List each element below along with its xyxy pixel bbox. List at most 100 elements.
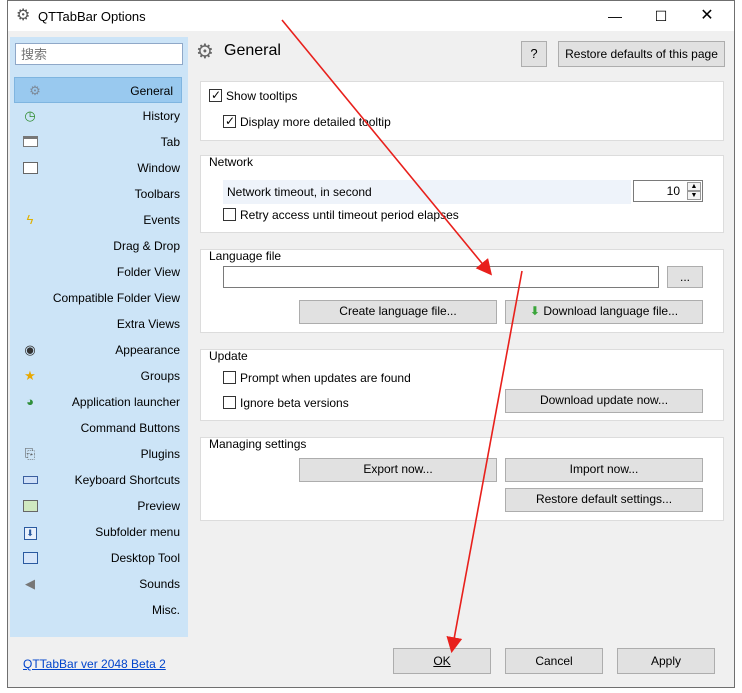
sidebar-item-preview[interactable]: Preview — [10, 493, 188, 519]
checkbox[interactable] — [223, 113, 236, 129]
spin-down-icon[interactable]: ▼ — [687, 191, 701, 200]
checkbox-label: Ignore beta versions — [240, 396, 349, 410]
sidebar-item-label: Misc. — [152, 603, 180, 617]
sidebar-item-folder-view[interactable]: Folder View — [10, 259, 188, 285]
checkbox-label: Display more detailed tooltip — [240, 115, 391, 129]
network-timeout-input[interactable]: 10 ▲ ▼ — [633, 180, 703, 202]
sidebar-item-label: Events — [143, 213, 180, 227]
prompt-updates-checkbox[interactable]: Prompt when updates are found — [223, 370, 411, 388]
title-bar: ⚙ QTTabBar Options — ☐ ✕ — [8, 1, 734, 31]
launcher-icon: ◕ — [26, 394, 34, 409]
managing-settings-group: Managing settings Export now... Import n… — [200, 437, 724, 521]
sidebar: ⚙ General ◷ History Tab Window Toolbars … — [10, 37, 188, 637]
checkbox[interactable] — [223, 208, 236, 221]
show-tooltips-checkbox[interactable]: Show tooltips — [209, 87, 297, 106]
cancel-button[interactable]: Cancel — [505, 648, 603, 674]
tab-icon — [22, 134, 38, 150]
sidebar-item-tab[interactable]: Tab — [10, 129, 188, 155]
gear-icon: ⚙ — [16, 7, 31, 24]
retry-access-checkbox[interactable]: Retry access until timeout period elapse… — [223, 207, 459, 225]
group-title: Update — [209, 349, 248, 363]
sidebar-item-sounds[interactable]: ◀ Sounds — [10, 571, 188, 597]
sidebar-item-label: Keyboard Shortcuts — [74, 473, 180, 487]
desktop-icon — [22, 550, 38, 566]
checkbox[interactable] — [209, 87, 222, 103]
spin-up-icon[interactable]: ▲ — [687, 182, 701, 191]
search-input[interactable] — [15, 43, 183, 65]
export-button[interactable]: Export now... — [299, 458, 497, 482]
help-button[interactable]: ? — [521, 41, 547, 67]
import-button[interactable]: Import now... — [505, 458, 703, 482]
minimize-button[interactable]: — — [592, 1, 638, 31]
sidebar-item-desktop-tool[interactable]: Desktop Tool — [10, 545, 188, 571]
sidebar-item-extra-views[interactable]: Extra Views — [10, 311, 188, 337]
sidebar-item-label: Application launcher — [71, 395, 180, 409]
sidebar-item-keyboard-shortcuts[interactable]: Keyboard Shortcuts — [10, 467, 188, 493]
download-update-button[interactable]: Download update now... — [505, 389, 703, 413]
sidebar-item-label: Folder View — [116, 265, 180, 279]
sidebar-item-application-launcher[interactable]: ◕ Application launcher — [10, 389, 188, 415]
maximize-button[interactable]: ☐ — [638, 1, 684, 31]
sidebar-item-command-buttons[interactable]: Command Buttons — [10, 415, 188, 441]
sidebar-item-misc[interactable]: Misc. — [10, 597, 188, 623]
sidebar-item-label: Groups — [140, 369, 180, 383]
sidebar-item-label: Window — [137, 161, 180, 175]
nav-list: ⚙ General ◷ History Tab Window Toolbars … — [10, 77, 188, 623]
sidebar-item-label: Desktop Tool — [110, 551, 180, 565]
ok-button[interactable]: OK — [393, 648, 491, 674]
plugin-icon: ⎘ — [24, 446, 36, 461]
eye-icon: ◉ — [24, 342, 36, 357]
timeout-value: 10 — [666, 184, 680, 198]
sidebar-item-window[interactable]: Window — [10, 155, 188, 181]
sidebar-item-groups[interactable]: ★ Groups — [10, 363, 188, 389]
tooltips-group: Show tooltips Display more detailed tool… — [200, 81, 724, 141]
sidebar-item-drag-drop[interactable]: Drag & Drop — [10, 233, 188, 259]
network-timeout-label: Network timeout, in second — [223, 180, 631, 204]
lightning-icon: ϟ — [26, 212, 34, 227]
button-label: OK — [433, 654, 451, 668]
network-group: Network Network timeout, in second 10 ▲ … — [200, 155, 724, 233]
page-header: ⚙ General ? Restore defaults of this pag… — [194, 37, 728, 73]
browse-button[interactable]: ... — [667, 266, 703, 288]
checkbox[interactable] — [223, 371, 236, 384]
sidebar-item-label: Toolbars — [134, 187, 180, 201]
sidebar-item-history[interactable]: ◷ History — [10, 103, 188, 129]
sidebar-item-label: Tab — [160, 135, 180, 149]
speaker-icon: ◀ — [25, 576, 35, 591]
group-title: Managing settings — [209, 437, 307, 451]
footer-bar: QTTabBar ver 2048 Beta 2 OK Cancel Apply — [8, 637, 734, 687]
apply-button[interactable]: Apply — [617, 648, 715, 674]
create-language-file-button[interactable]: Create language file... — [299, 300, 497, 324]
detailed-tooltip-checkbox[interactable]: Display more detailed tooltip — [223, 113, 391, 132]
keyboard-icon — [22, 472, 38, 488]
download-language-file-button[interactable]: ⬇ Download language file... — [505, 300, 703, 324]
sidebar-item-label: Plugins — [140, 447, 180, 461]
window-icon — [22, 160, 38, 176]
sidebar-item-general[interactable]: ⚙ General — [14, 77, 182, 103]
sidebar-item-events[interactable]: ϟ Events — [10, 207, 188, 233]
language-file-input[interactable] — [223, 266, 659, 288]
sidebar-item-appearance[interactable]: ◉ Appearance — [10, 337, 188, 363]
button-label: Cancel — [535, 654, 573, 668]
star-icon: ★ — [24, 368, 36, 383]
close-button[interactable]: ✕ — [684, 1, 730, 31]
language-file-group: Language file ... Create language file..… — [200, 249, 724, 333]
sidebar-item-label: Drag & Drop — [113, 239, 180, 253]
ignore-beta-checkbox[interactable]: Ignore beta versions — [223, 395, 349, 413]
gear-icon: ⚙ — [196, 41, 214, 63]
restore-default-settings-button[interactable]: Restore default settings... — [505, 488, 703, 512]
sidebar-item-label: Preview — [137, 499, 180, 513]
restore-page-defaults-button[interactable]: Restore defaults of this page — [558, 41, 725, 67]
version-link[interactable]: QTTabBar ver 2048 Beta 2 — [23, 657, 166, 671]
sidebar-item-plugins[interactable]: ⎘ Plugins — [10, 441, 188, 467]
options-window: ⚙ QTTabBar Options — ☐ ✕ ⚙ General ◷ His… — [7, 0, 735, 688]
sidebar-item-label: Compatible Folder View — [52, 291, 180, 305]
sidebar-item-label: Appearance — [115, 343, 180, 357]
download-arrow-icon: ⬇ — [529, 304, 540, 318]
checkbox[interactable] — [223, 396, 236, 409]
sidebar-item-toolbars[interactable]: Toolbars — [10, 181, 188, 207]
sidebar-item-subfolder-menu[interactable]: ⬇ Subfolder menu — [10, 519, 188, 545]
button-label: Download language file... — [543, 304, 679, 318]
page-title: General — [224, 42, 281, 59]
sidebar-item-compatible-folder-view[interactable]: Compatible Folder View — [10, 285, 188, 311]
